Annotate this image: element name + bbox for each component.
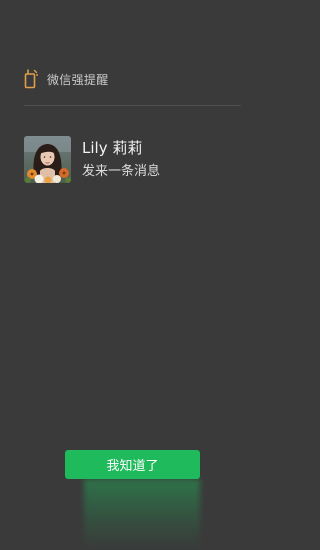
phone-alert-icon [24,69,38,89]
strong-reminder-screen: 微信强提醒 Lily 莉莉 发来一条消息 我知道了 [0,0,265,550]
acknowledge-button[interactable]: 我知道了 [65,450,200,479]
message-preview: 发来一条消息 [82,164,161,179]
message-text: Lily 莉莉 发来一条消息 [82,136,160,179]
sender-name: Lily 莉莉 [82,139,143,157]
button-glow [84,479,200,550]
reminder-title: 微信强提醒 [47,72,109,87]
message-card[interactable]: Lily 莉莉 发来一条消息 [24,136,160,183]
header-divider [24,105,241,106]
avatar[interactable] [24,136,71,183]
reminder-header: 微信强提醒 [24,68,109,90]
